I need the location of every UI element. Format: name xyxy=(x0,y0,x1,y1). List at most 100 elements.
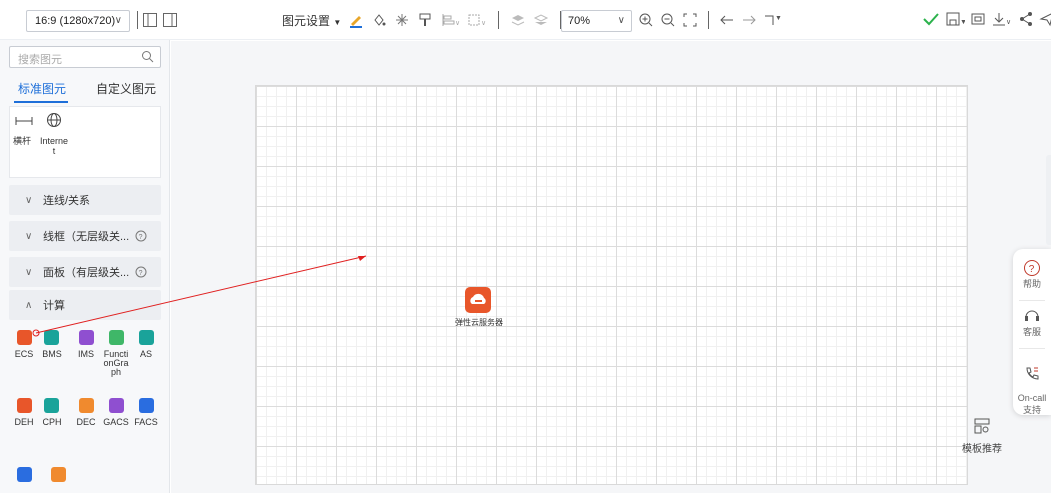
help-icon[interactable]: ? xyxy=(135,266,147,278)
toolbar-divider xyxy=(708,11,709,29)
chevron-down-icon: ∨ xyxy=(25,230,33,242)
globe-icon[interactable] xyxy=(46,112,62,128)
cph-label: CPH xyxy=(42,417,62,427)
help-panel: ? 帮助 客服 On-call 支持 xyxy=(1013,249,1051,415)
template-icon xyxy=(973,417,991,435)
category-label: 线框（无层级关... xyxy=(43,231,130,243)
category-panels[interactable]: ∨ 面板（有层级关... ? xyxy=(9,257,161,287)
app-root: 16:9 (1280x720) ∨ 图元设置 ▼ ∨ ∨ 70% ∨ ▼ ▼ ∨… xyxy=(0,0,1051,493)
undo-icon[interactable] xyxy=(719,12,735,28)
help-label: 帮助 xyxy=(1022,279,1041,289)
as-icon[interactable] xyxy=(139,330,154,345)
search-icon[interactable] xyxy=(141,50,154,63)
save-icon[interactable]: ▼ xyxy=(945,11,965,27)
tab-custom-elements[interactable]: 自定义图元 xyxy=(96,80,156,97)
headset-icon xyxy=(1025,310,1039,321)
phone-icon xyxy=(1026,367,1039,380)
connector-style-icon[interactable]: ▼ xyxy=(763,12,783,28)
canvas-area[interactable]: 弹性云服务器 模板推荐 xyxy=(171,41,1051,493)
toolbar: 16:9 (1280x720) ∨ 图元设置 ▼ ∨ ∨ 70% ∨ ▼ ▼ ∨ xyxy=(0,0,1051,40)
compute-elements-grid: ECS BMS IMS Functi onGra ph AS DEH CPH D… xyxy=(0,325,169,493)
bar-icon[interactable] xyxy=(15,115,33,127)
cph-icon[interactable] xyxy=(44,398,59,413)
send-backward-icon[interactable] xyxy=(533,12,549,28)
facs-label: FACS xyxy=(134,417,158,427)
zoom-in-icon[interactable] xyxy=(638,12,654,28)
chevron-down-icon: ∨ xyxy=(114,15,122,26)
help-panel-divider xyxy=(1019,300,1045,301)
redo-icon[interactable] xyxy=(741,12,757,28)
fit-screen-icon[interactable] xyxy=(682,12,698,28)
internet-label: Interne t xyxy=(39,136,69,156)
template-recommend-button[interactable]: 模板推荐 xyxy=(957,417,1007,455)
toolbar-divider xyxy=(137,11,138,29)
category-frames[interactable]: ∨ 线框（无层级关... ? xyxy=(9,221,161,251)
category-connections[interactable]: ∨ 连线/关系 xyxy=(9,185,161,215)
category-label: 面板（有层级关... xyxy=(43,267,130,279)
download-icon[interactable]: ∨ xyxy=(991,11,1013,27)
chevron-down-icon: ∨ xyxy=(617,15,625,26)
zoom-out-icon[interactable] xyxy=(660,12,676,28)
element-settings-menu[interactable]: 图元设置 ▼ xyxy=(282,12,341,29)
functiongraph-icon[interactable] xyxy=(109,330,124,345)
dec-label: DEC xyxy=(76,417,96,427)
ecs-node-label: 弹性云服务器 xyxy=(455,318,503,327)
line-color-icon[interactable] xyxy=(348,12,364,28)
standard-elements-box: 横杆 Interne t xyxy=(9,106,161,178)
svg-text:?: ? xyxy=(139,270,143,277)
format-painter-icon[interactable] xyxy=(417,12,433,28)
screenshot-icon[interactable] xyxy=(970,11,986,27)
deh-label: DEH xyxy=(14,417,34,427)
facs-icon[interactable] xyxy=(139,398,154,413)
oncall-button[interactable]: On-call 支持 xyxy=(1013,355,1051,426)
drawing-grid[interactable]: 弹性云服务器 xyxy=(255,85,968,485)
svg-text:∨: ∨ xyxy=(1006,19,1011,26)
help-icon: ? xyxy=(1024,260,1040,276)
service-label: 客服 xyxy=(1022,327,1041,337)
bms-icon[interactable] xyxy=(44,330,59,345)
template-recommend-label: 模板推荐 xyxy=(962,444,1002,455)
check-icon[interactable] xyxy=(922,11,940,27)
fill-color-icon[interactable] xyxy=(371,12,387,28)
customer-service-button[interactable]: 客服 xyxy=(1013,307,1051,338)
share-icon[interactable] xyxy=(1018,11,1034,27)
category-compute[interactable]: ∧ 计算 xyxy=(9,290,161,320)
deh-icon[interactable] xyxy=(17,398,32,413)
bring-forward-icon[interactable] xyxy=(510,12,526,28)
send-icon[interactable]: ∨ xyxy=(1039,11,1051,27)
zoom-select[interactable]: 70% ∨ xyxy=(561,10,632,32)
gacs-label: GACS xyxy=(103,417,129,427)
canvas-size-select[interactable]: 16:9 (1280x720) ∨ xyxy=(26,10,130,32)
style-effect-icon[interactable] xyxy=(394,12,410,28)
ims-label: IMS xyxy=(77,349,94,359)
ecs-label: ECS xyxy=(14,349,34,359)
svg-text:?: ? xyxy=(1029,264,1035,275)
gacs-icon[interactable] xyxy=(109,398,124,413)
functiongraph-label: Functi onGra ph xyxy=(103,349,129,377)
dec-icon[interactable] xyxy=(79,398,94,413)
tab-standard-elements[interactable]: 标准图元 xyxy=(18,80,66,97)
caret-down-icon: ▼ xyxy=(333,17,342,27)
compute-element-icon[interactable] xyxy=(17,467,32,482)
search-input[interactable]: 搜索图元 xyxy=(9,46,161,68)
ecs-node[interactable] xyxy=(465,287,491,313)
chevron-down-icon: ∨ xyxy=(25,266,33,278)
ecs-icon[interactable] xyxy=(17,330,32,345)
align-icon[interactable]: ∨ xyxy=(440,12,460,28)
right-panel-toggle-icon[interactable] xyxy=(162,12,178,28)
compute-element-icon[interactable] xyxy=(51,467,66,482)
group-icon[interactable]: ∨ xyxy=(467,12,487,28)
bar-label: 横杆 xyxy=(12,136,31,146)
help-button[interactable]: ? 帮助 xyxy=(1013,259,1051,290)
bms-label: BMS xyxy=(42,349,62,359)
left-panel-toggle-icon[interactable] xyxy=(142,12,158,28)
ims-icon[interactable] xyxy=(79,330,94,345)
canvas-size-value: 16:9 (1280x720) xyxy=(35,15,116,27)
side-panel-handle[interactable] xyxy=(1046,155,1051,245)
help-icon[interactable]: ? xyxy=(135,230,147,242)
svg-text:▼: ▼ xyxy=(960,19,965,26)
svg-text:▼: ▼ xyxy=(775,15,782,22)
toolbar-divider xyxy=(498,11,500,29)
search-placeholder: 搜索图元 xyxy=(18,54,62,66)
library-tabs: 标准图元 自定义图元 xyxy=(0,76,169,103)
